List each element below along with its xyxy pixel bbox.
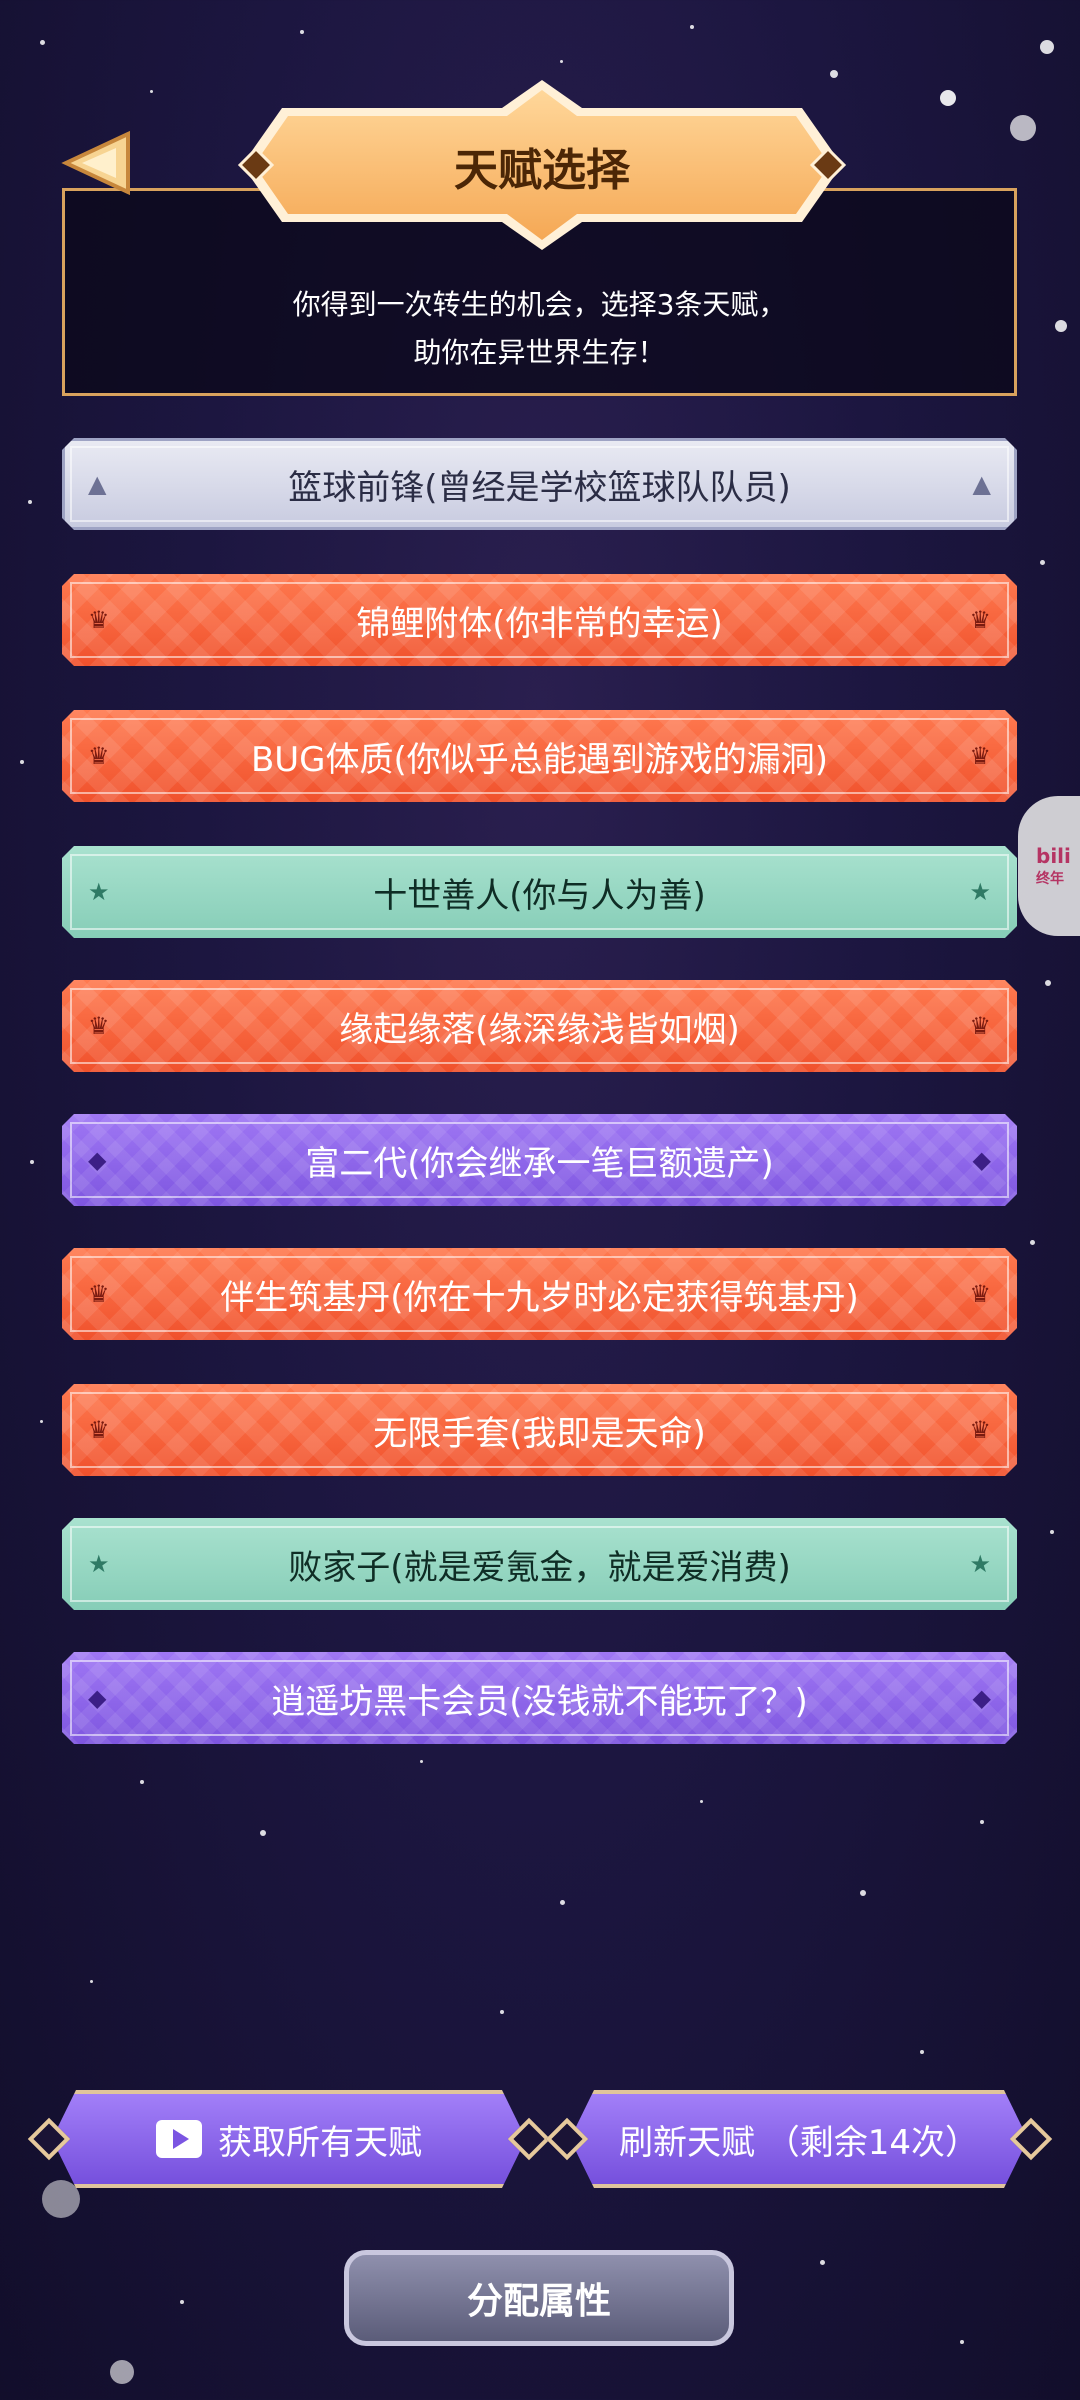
talent-option[interactable]: ★ 败家子(就是爱氪金，就是爱消费) ★	[62, 1518, 1017, 1610]
crown-icon: ♛	[88, 1280, 110, 1308]
diamond-icon: ◆	[972, 1684, 991, 1712]
crown-icon: ♛	[969, 606, 991, 634]
allocate-attributes-button[interactable]: 分配属性	[344, 2250, 734, 2346]
star-icon: ★	[969, 878, 991, 906]
talent-option[interactable]: ◆ 富二代(你会继承一笔巨额遗产) ◆	[62, 1114, 1017, 1206]
talent-label: 伴生筑基丹(你在十九岁时必定获得筑基丹)	[220, 1277, 859, 1318]
star-icon: ★	[88, 1550, 110, 1578]
talent-option[interactable]: ♛ 无限手套(我即是天命) ♛	[62, 1384, 1017, 1476]
talent-option[interactable]: ★ 十世善人(你与人为善) ★	[62, 846, 1017, 938]
play-icon	[156, 2120, 202, 2158]
get-all-talents-button[interactable]: 获取所有天赋	[27, 2090, 551, 2188]
allocate-attributes-label: 分配属性	[466, 2281, 611, 2322]
talent-label: 逍遥坊黑卡会员(没钱就不能玩了？)	[271, 1681, 808, 1722]
triangle-icon: ▲	[88, 470, 107, 498]
talent-option[interactable]: ▲ 篮球前锋(曾经是学校篮球队队员) ▲	[62, 438, 1017, 530]
talent-option[interactable]: ◆ 逍遥坊黑卡会员(没钱就不能玩了？) ◆	[62, 1652, 1017, 1744]
triangle-icon: ▲	[972, 470, 991, 498]
watermark-logo-text: bili	[1036, 844, 1071, 868]
talent-option[interactable]: ♛ BUG体质(你似乎总能遇到游戏的漏洞) ♛	[62, 710, 1017, 802]
page-title: 天赋选择	[454, 145, 630, 196]
refresh-talents-button[interactable]: 刷新天赋 （剩余14次）	[545, 2090, 1053, 2188]
crown-icon: ♛	[88, 606, 110, 634]
crown-icon: ♛	[88, 1012, 110, 1040]
bilibili-watermark: bili 终年	[1018, 796, 1080, 936]
crown-icon: ♛	[969, 1416, 991, 1444]
intro-line-1: 你得到一次转生的机会，选择3条天赋，	[292, 288, 787, 321]
talent-label: 锦鲤附体(你非常的幸运)	[356, 603, 723, 644]
talent-option[interactable]: ♛ 锦鲤附体(你非常的幸运) ♛	[62, 574, 1017, 666]
star-icon: ★	[969, 1550, 991, 1578]
back-arrow-icon[interactable]	[58, 128, 134, 198]
talent-label: 无限手套(我即是天命)	[373, 1413, 706, 1454]
talent-label: BUG体质(你似乎总能遇到游戏的漏洞)	[250, 739, 829, 780]
diamond-icon: ◆	[88, 1146, 107, 1174]
crown-icon: ♛	[969, 1012, 991, 1040]
talent-option[interactable]: ♛ 缘起缘落(缘深缘浅皆如烟) ♛	[62, 980, 1017, 1072]
talent-label: 缘起缘落(缘深缘浅皆如烟)	[339, 1009, 740, 1050]
intro-line-2: 助你在异世界生存！	[413, 336, 666, 369]
watermark-subtext: 终年	[1036, 871, 1064, 887]
get-all-talents-label: 获取所有天赋	[218, 2122, 422, 2163]
crown-icon: ♛	[88, 1416, 110, 1444]
crown-icon: ♛	[88, 742, 110, 770]
talent-label: 篮球前锋(曾经是学校篮球队队员)	[288, 467, 791, 508]
crown-icon: ♛	[969, 742, 991, 770]
diamond-icon: ◆	[972, 1146, 991, 1174]
talent-option[interactable]: ♛ 伴生筑基丹(你在十九岁时必定获得筑基丹) ♛	[62, 1248, 1017, 1340]
talent-label: 十世善人(你与人为善)	[373, 875, 706, 916]
talent-label: 败家子(就是爱氪金，就是爱消费)	[288, 1547, 791, 1588]
refresh-talents-label: 刷新天赋 （剩余14次）	[618, 2122, 980, 2163]
star-icon: ★	[88, 878, 110, 906]
crown-icon: ♛	[969, 1280, 991, 1308]
diamond-icon: ◆	[88, 1684, 107, 1712]
talent-label: 富二代(你会继承一笔巨额遗产)	[305, 1143, 774, 1184]
title-banner: 天赋选择	[222, 80, 862, 250]
